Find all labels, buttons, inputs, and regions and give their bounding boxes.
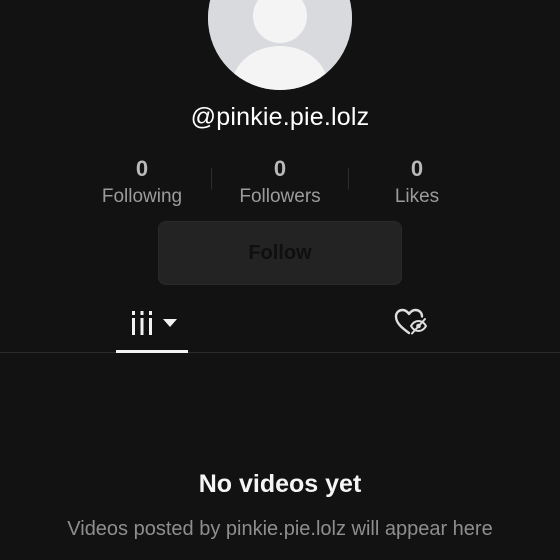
stat-likes: 0 Likes (349, 155, 485, 212)
profile-avatar[interactable] (208, 0, 352, 90)
profile-stats: 0 Following 0 Followers 0 Likes (0, 155, 560, 215)
profile-username: @pinkie.pie.lolz (190, 103, 370, 131)
profile-tabs (0, 300, 560, 353)
stat-following-count: 0 (135, 156, 149, 181)
stat-likes-label: Likes (394, 186, 440, 207)
stat-followers[interactable]: 0 Followers (212, 155, 348, 212)
hidden-liked-heart-icon (394, 308, 427, 335)
tab-videos[interactable] (116, 300, 188, 353)
empty-state-title: No videos yet (198, 470, 362, 498)
default-avatar-icon (208, 0, 352, 90)
stats-divider (211, 168, 212, 190)
empty-state-subtitle: Videos posted by pinkie.pie.lolz will ap… (67, 518, 493, 540)
tab-liked[interactable] (380, 300, 440, 352)
stat-following[interactable]: 0 Following (74, 155, 210, 212)
follow-button[interactable]: Follow (158, 221, 402, 285)
active-tab-indicator (116, 350, 188, 353)
grid-icon (132, 311, 152, 335)
stat-followers-label: Followers (239, 186, 321, 207)
stats-divider (348, 168, 349, 190)
caret-down-icon (163, 319, 177, 327)
profile-screen: @pinkie.pie.lolz 0 Following 0 Followers… (0, 0, 560, 560)
stat-followers-count: 0 (273, 156, 287, 181)
stat-likes-count: 0 (410, 156, 424, 181)
stat-following-label: Following (101, 186, 183, 207)
